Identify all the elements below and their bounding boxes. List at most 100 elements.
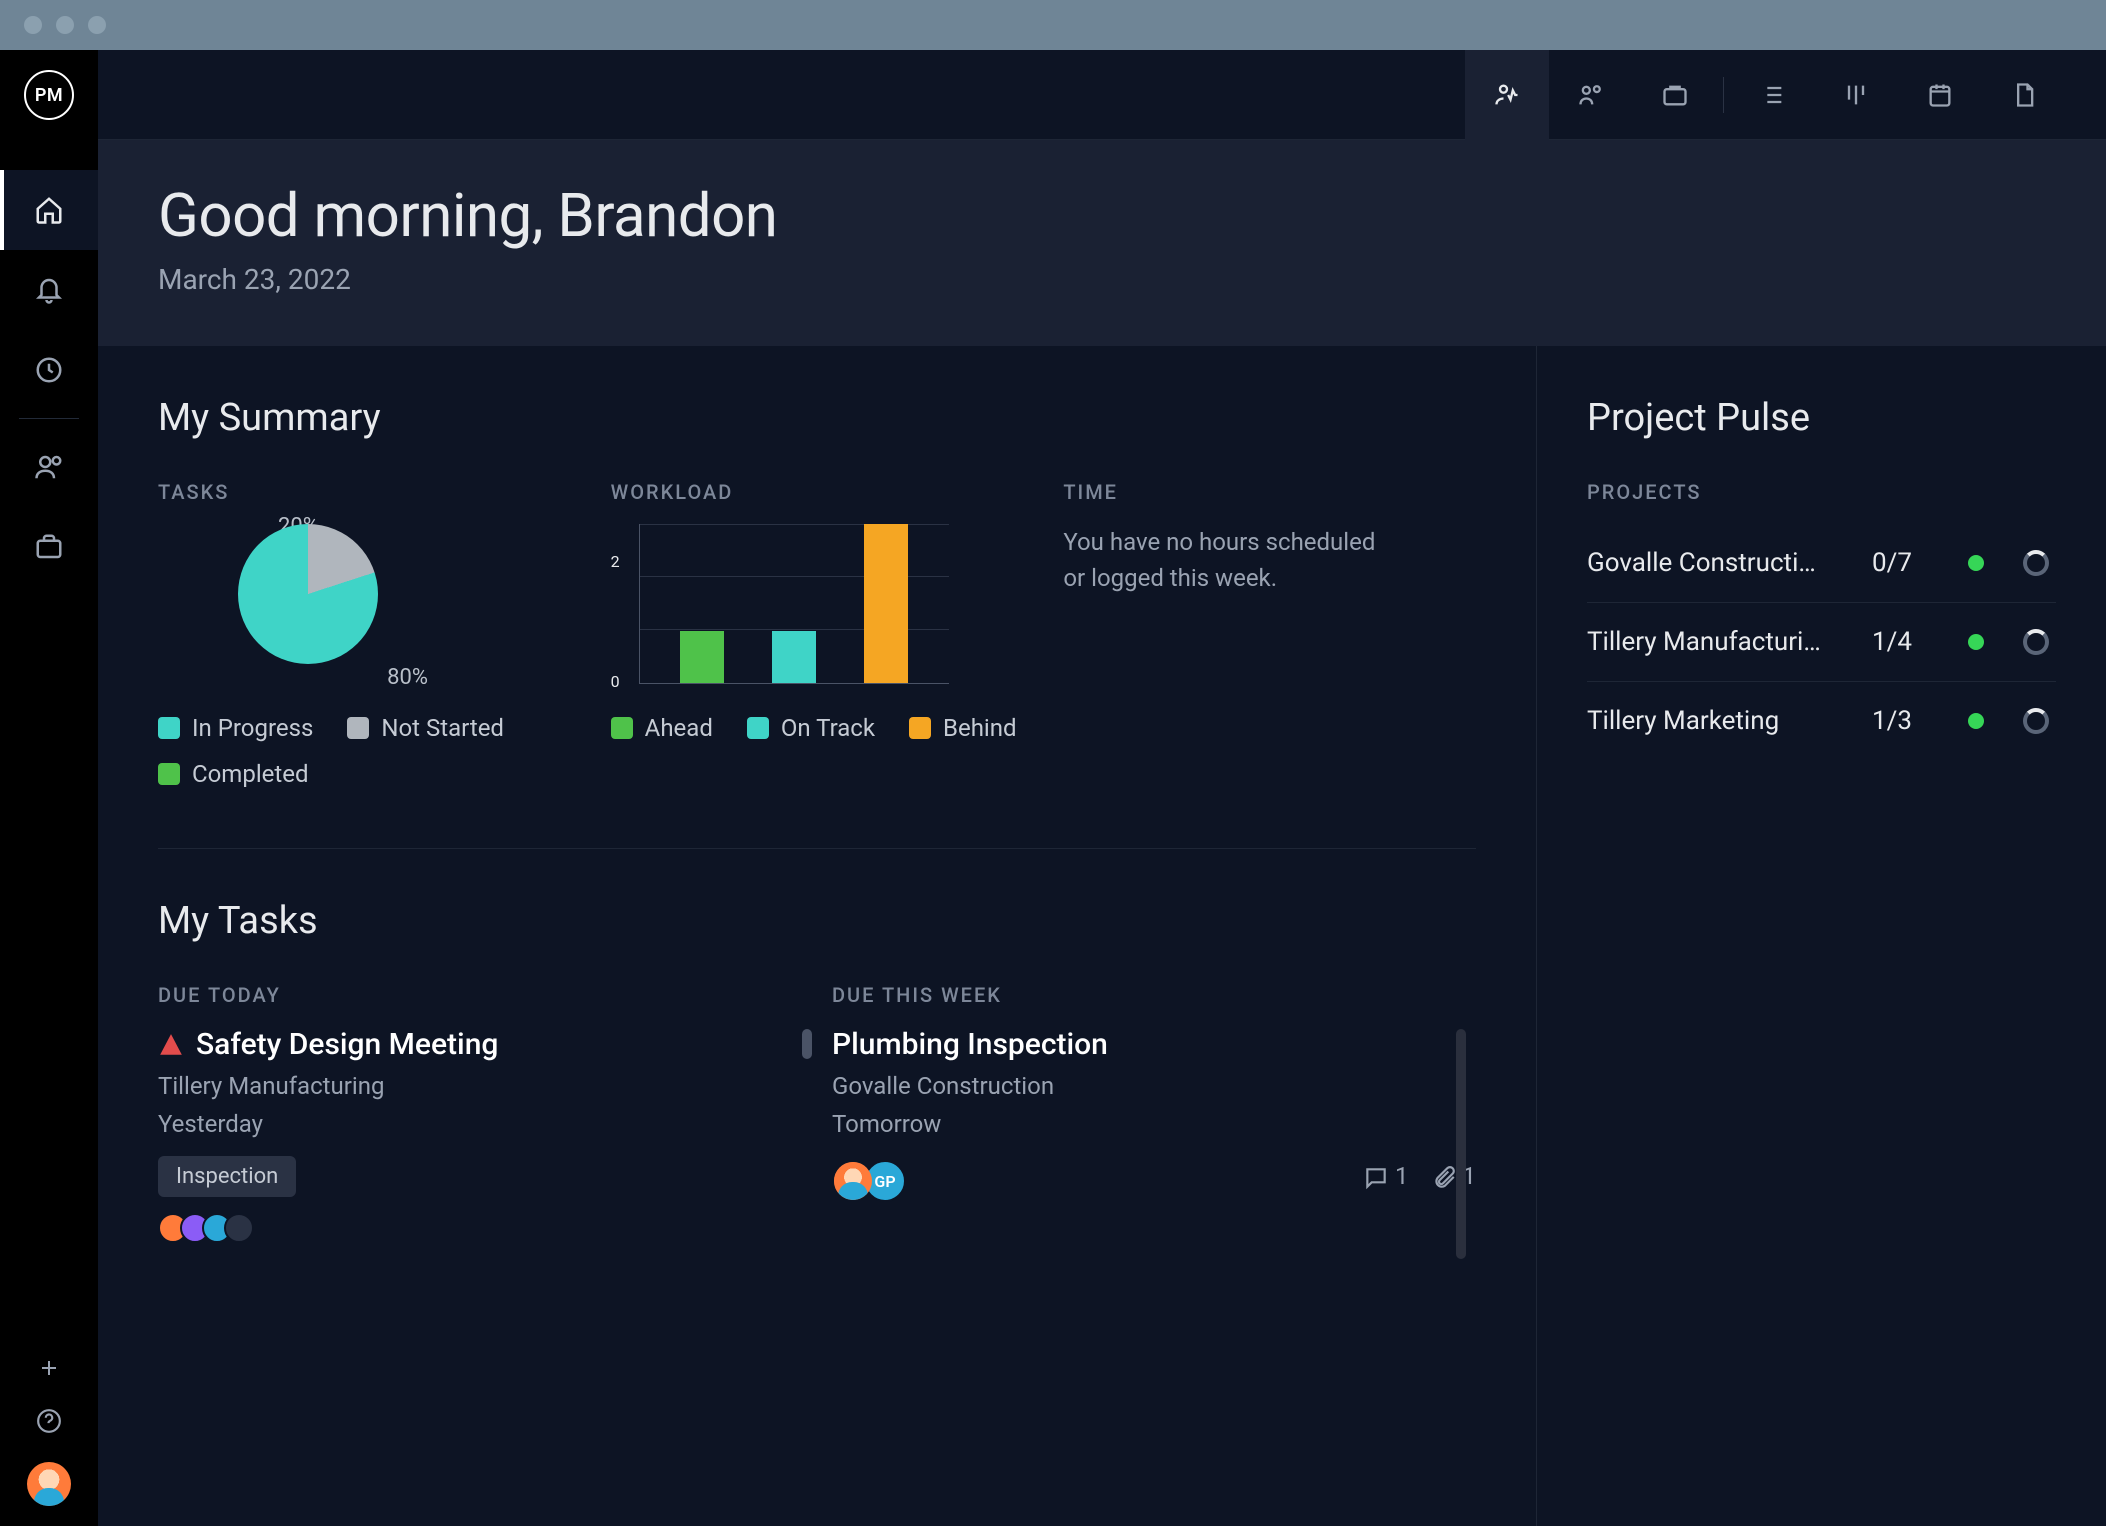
nav-my-work[interactable]: [1465, 50, 1549, 140]
summary-title: My Summary: [158, 396, 1476, 440]
status-dot-icon: [1968, 713, 1984, 729]
scroll-track[interactable]: [1456, 1029, 1466, 1259]
sidebar-item-help[interactable]: [0, 1408, 98, 1434]
ytick-0: 0: [611, 672, 620, 691]
window-close-icon[interactable]: [24, 16, 42, 34]
list-icon: [1758, 81, 1786, 109]
person-pulse-icon: [1493, 81, 1521, 109]
scroll-thumb[interactable]: [802, 1029, 812, 1059]
due-today-column: DUE TODAY Safety Design Meeting Tillery …: [158, 983, 802, 1243]
attachments-meta[interactable]: 1: [1431, 1162, 1476, 1191]
sidebar-item-notifications[interactable]: [0, 250, 98, 330]
pie-label-bottom: 80%: [387, 665, 428, 690]
page-header: Good morning, Brandon March 23, 2022: [98, 140, 2106, 346]
pulse-title: Project Pulse: [1587, 396, 2056, 440]
progress-ring-icon: [2023, 550, 2049, 576]
project-row[interactable]: Tillery Manufacturi… 1/4: [1587, 603, 2056, 682]
file-icon: [2010, 81, 2038, 109]
comment-icon: [1363, 1165, 1389, 1191]
pulse-label: PROJECTS: [1587, 480, 2056, 504]
comments-meta[interactable]: 1: [1363, 1162, 1408, 1191]
legend-not-started: Not Started: [347, 714, 504, 742]
greeting: Good morning, Brandon: [158, 180, 2046, 251]
bar-ahead: [680, 631, 724, 683]
section-divider: [158, 848, 1476, 849]
home-icon: [34, 195, 64, 225]
legend-behind: Behind: [909, 714, 1017, 742]
task-name: Safety Design Meeting: [196, 1027, 498, 1062]
progress-ring-icon: [2023, 708, 2049, 734]
progress-ring-icon: [2023, 629, 2049, 655]
nav-separator: [1723, 77, 1724, 113]
plus-icon: [37, 1356, 61, 1380]
task-name: Plumbing Inspection: [832, 1027, 1108, 1062]
sidebar-item-team[interactable]: [0, 427, 98, 507]
status-dot-icon: [1968, 634, 1984, 650]
project-row[interactable]: Govalle Constructi… 0/7: [1587, 524, 2056, 603]
help-icon: [36, 1408, 62, 1434]
ytick-2: 2: [611, 552, 620, 571]
task-card[interactable]: Plumbing Inspection Govalle Construction…: [832, 1027, 1476, 1202]
project-name: Tillery Manufacturi…: [1587, 627, 1852, 657]
sidebar-item-portfolio[interactable]: [0, 507, 98, 587]
window-maximize-icon[interactable]: [88, 16, 106, 34]
bar-on-track: [772, 631, 816, 683]
sidebar-item-add[interactable]: [0, 1356, 98, 1380]
project-name: Tillery Marketing: [1587, 706, 1852, 736]
workload-label: WORKLOAD: [611, 480, 1024, 504]
tasks-title: My Tasks: [158, 899, 1476, 943]
workload-bar-chart: [639, 524, 949, 684]
clock-icon: [34, 355, 64, 385]
summary-tasks: TASKS 20% 80% In Progress Not Started Co…: [158, 480, 571, 788]
window-titlebar: [0, 0, 2106, 50]
header-date: March 23, 2022: [158, 263, 2046, 296]
task-card[interactable]: Safety Design Meeting Tillery Manufactur…: [158, 1027, 802, 1243]
task-when: Tomorrow: [832, 1110, 1476, 1138]
due-week-column: DUE THIS WEEK Plumbing Inspection Govall…: [832, 983, 1476, 1243]
user-avatar[interactable]: [27, 1462, 71, 1506]
project-count: 0/7: [1872, 548, 1936, 578]
portfolio-icon: [1661, 81, 1689, 109]
legend-in-progress: In Progress: [158, 714, 313, 742]
sidebar-item-time[interactable]: [0, 330, 98, 410]
summary-workload: WORKLOAD 2 0: [611, 480, 1024, 788]
sidebar-item-home[interactable]: [0, 170, 98, 250]
nav-calendar[interactable]: [1898, 50, 1982, 140]
briefcase-icon: [34, 532, 64, 562]
time-empty-text: You have no hours scheduled or logged th…: [1063, 524, 1383, 596]
due-week-label: DUE THIS WEEK: [832, 983, 1476, 1007]
warning-icon: [158, 1032, 184, 1058]
bar-behind: [864, 524, 908, 683]
calendar-icon: [1926, 81, 1954, 109]
sidebar-divider: [19, 418, 79, 419]
nav-portfolio[interactable]: [1633, 50, 1717, 140]
app-logo[interactable]: PM: [24, 70, 74, 120]
tasks-pie-chart: [238, 524, 378, 664]
legend-completed: Completed: [158, 760, 309, 788]
window-minimize-icon[interactable]: [56, 16, 74, 34]
people-icon: [1577, 81, 1605, 109]
nav-team[interactable]: [1549, 50, 1633, 140]
legend-on-track: On Track: [747, 714, 875, 742]
project-row[interactable]: Tillery Marketing 1/3: [1587, 682, 2056, 760]
status-dot-icon: [1968, 555, 1984, 571]
project-count: 1/4: [1872, 627, 1936, 657]
project-count: 1/3: [1872, 706, 1936, 736]
attachment-icon: [1431, 1165, 1457, 1191]
nav-board[interactable]: [1814, 50, 1898, 140]
project-name: Govalle Constructi…: [1587, 548, 1852, 578]
board-icon: [1842, 81, 1870, 109]
task-when: Yesterday: [158, 1110, 802, 1138]
nav-files[interactable]: [1982, 50, 2066, 140]
bell-icon: [34, 275, 64, 305]
task-tag: Inspection: [158, 1156, 296, 1197]
tasks-label: TASKS: [158, 480, 571, 504]
task-project: Govalle Construction: [832, 1072, 1476, 1100]
project-pulse-panel: Project Pulse PROJECTS Govalle Construct…: [1536, 346, 2106, 1526]
nav-list[interactable]: [1730, 50, 1814, 140]
sidebar: PM: [0, 50, 98, 1526]
assignee-avatar: [832, 1160, 874, 1202]
legend-ahead: Ahead: [611, 714, 713, 742]
due-today-label: DUE TODAY: [158, 983, 802, 1007]
assignee-more: [224, 1213, 254, 1243]
